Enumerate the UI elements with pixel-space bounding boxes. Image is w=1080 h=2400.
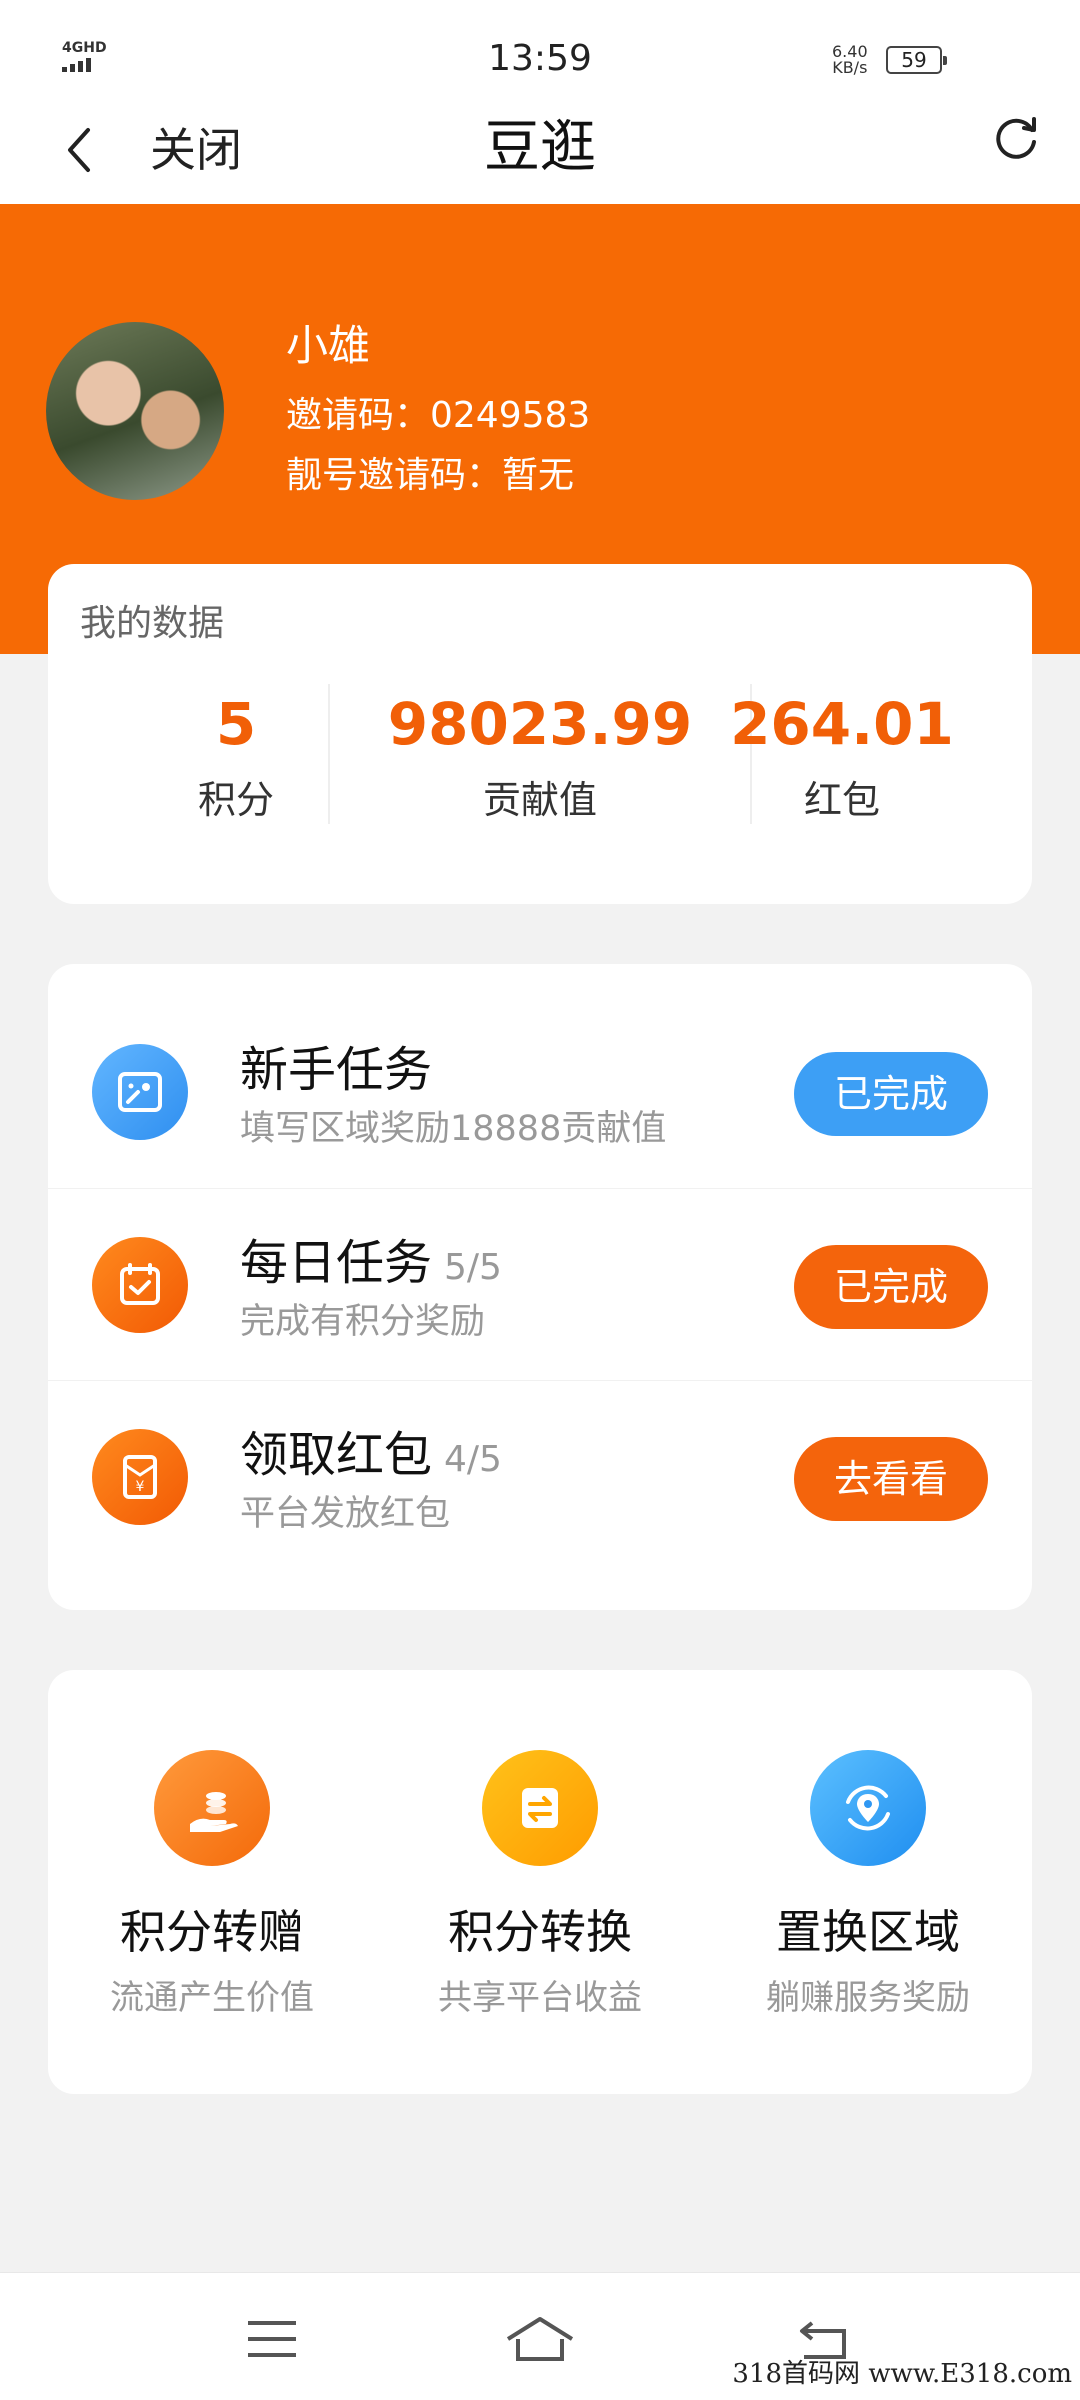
refresh-icon [996,117,1036,159]
task-title: 每日任务 5/5 [240,1233,502,1298]
exchange-icon [482,1750,598,1866]
vip-invite-code: 靓号邀请码：暂无 [286,455,575,496]
task-subtitle: 平台发放红包 [240,1494,451,1534]
user-name: 小雄 [286,321,371,370]
menu-icon [248,2321,296,2357]
stat-label: 贡献值 [482,778,597,822]
avatar[interactable] [46,322,224,500]
task-button-completed[interactable]: 已完成 [794,1052,988,1136]
task-row-daily: 每日任务 5/5 完成有积分奖励 已完成 [48,1188,1032,1380]
task-subtitle: 完成有积分奖励 [240,1302,486,1342]
task-title: 新手任务 [240,1042,433,1098]
stat-label: 红包 [803,778,880,822]
task-title-text: 每日任务 [240,1235,433,1291]
stats-title: 我的数据 [80,603,225,644]
action-points-gift[interactable]: 积分转赠 流通产生价值 [48,1750,376,2022]
task-count: 5/5 [444,1247,502,1288]
task-button-view[interactable]: 去看看 [794,1437,988,1521]
red-envelope-icon: ¥ [92,1429,188,1525]
task-title: 领取红包 4/5 [240,1425,502,1490]
task-count: 4/5 [444,1439,502,1480]
stat-red-packet[interactable]: 264.01 红包 [678,684,1006,830]
stats-card: 我的数据 5 积分 98023.99 贡献值 264.01 红包 [48,564,1032,904]
home-button[interactable] [504,2313,576,2365]
action-swap-region[interactable]: 置换区域 躺赚服务奖励 [704,1750,1032,2022]
invite-code: 邀请码：0249583 [286,395,591,436]
stat-contribution[interactable]: 98023.99 贡献值 [376,684,704,830]
task-row-newbie: 新手任务 填写区域奖励18888贡献值 已完成 [48,996,1032,1188]
location-swap-icon [810,1750,926,1866]
action-subtitle: 共享平台收益 [438,1978,642,2018]
svg-text:¥: ¥ [136,1479,145,1495]
status-bar: 4GHD 13:59 6.40 KB/s 59 [0,0,1080,100]
network-speed-unit: KB/s [832,58,868,77]
action-points-convert[interactable]: 积分转换 共享平台收益 [376,1750,704,2022]
action-subtitle: 躺赚服务奖励 [766,1978,970,2018]
action-subtitle: 流通产生价值 [110,1978,314,2018]
tasks-card: 新手任务 填写区域奖励18888贡献值 已完成 每日任务 5/5 完成有积分奖励 … [48,964,1032,1610]
stat-value: 5 [215,690,257,758]
calendar-check-icon [92,1237,188,1333]
actions-card: 积分转赠 流通产生价值 积分转换 共享平台收益 置换区域 躺赚服务奖励 [48,1670,1032,2094]
refresh-button[interactable] [988,110,1044,166]
action-title: 积分转换 [448,1905,632,1959]
task-button-completed[interactable]: 已完成 [794,1245,988,1329]
task-title-text: 领取红包 [240,1427,433,1483]
battery-icon: 59 [886,46,947,74]
stat-value: 98023.99 [387,690,693,758]
watermark: 318首码网 www.E318.com [732,2359,1072,2389]
id-card-icon [92,1044,188,1140]
network-speed: 6.40 KB/s [832,44,868,76]
stat-points[interactable]: 5 积分 [72,684,400,830]
task-row-red-packet: ¥ 领取红包 4/5 平台发放红包 去看看 [48,1380,1032,1572]
stat-value: 264.01 [730,690,954,758]
home-icon [506,2317,574,2361]
coins-hand-icon [154,1750,270,1866]
action-title: 积分转赠 [120,1905,304,1959]
menu-button[interactable] [242,2313,302,2365]
stat-label: 积分 [197,778,274,822]
task-subtitle: 填写区域奖励18888贡献值 [240,1109,667,1149]
page-title: 豆逛 [484,115,596,180]
nav-bar: 关闭 豆逛 [0,100,1080,204]
action-title: 置换区域 [776,1905,960,1959]
divider [328,684,330,824]
system-nav-bar: 318首码网 www.E318.com [0,2272,1080,2400]
